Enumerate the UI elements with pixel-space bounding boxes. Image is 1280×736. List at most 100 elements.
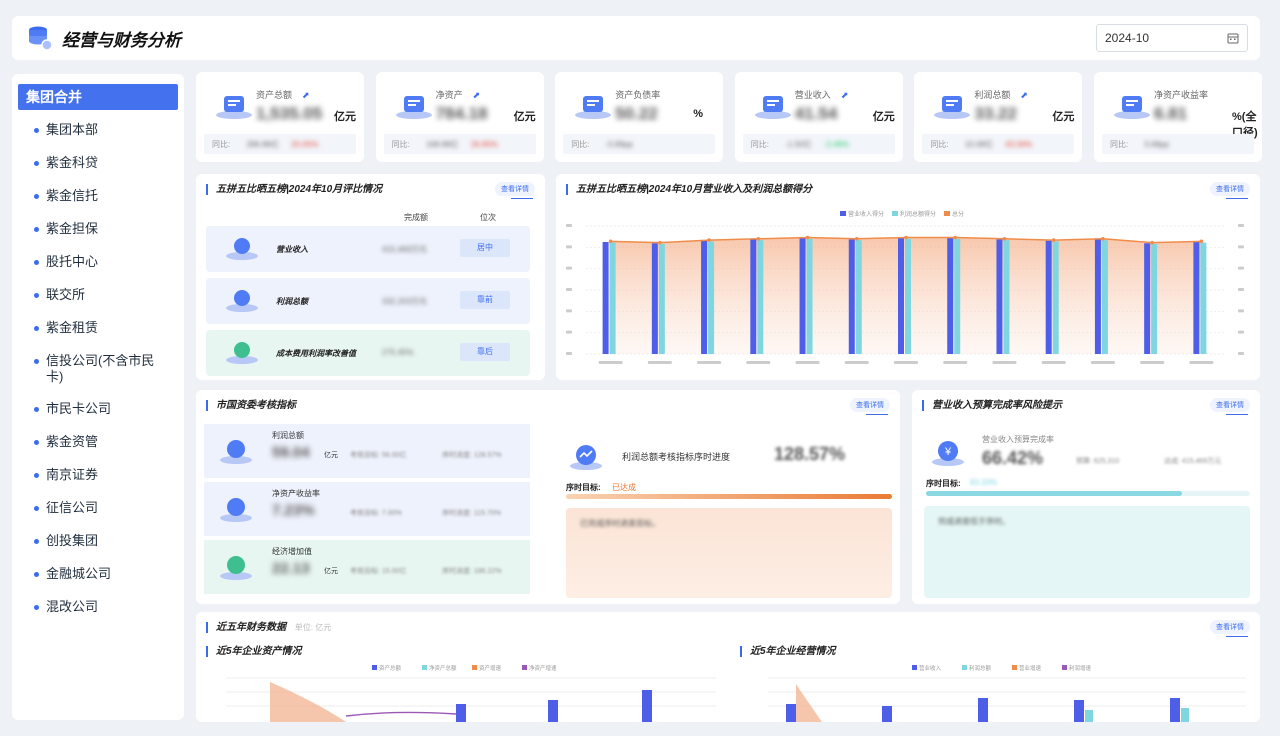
asset-bar[interactable] xyxy=(642,690,652,722)
y-tick-left xyxy=(566,309,572,313)
profit-score-bar[interactable] xyxy=(708,241,715,354)
profit-score-bar[interactable] xyxy=(1151,243,1158,354)
ranking-row-icon xyxy=(226,342,258,364)
total-score-point[interactable] xyxy=(608,239,613,244)
revenue-bar[interactable] xyxy=(1074,700,1084,722)
kpi-card[interactable]: 净资产 ⬈ 784.18 亿元 同比: 168.88亿 26.85% xyxy=(375,72,544,162)
total-score-point[interactable] xyxy=(756,237,761,241)
kpi-icon xyxy=(754,96,791,119)
revenue-score-bar[interactable] xyxy=(947,238,954,354)
profit-score-bar[interactable] xyxy=(855,240,862,354)
sasac-more-link[interactable]: 查看详情 xyxy=(850,398,890,412)
revenue-bar[interactable] xyxy=(978,698,988,722)
ranking-more-link[interactable]: 查看详情 xyxy=(495,182,535,196)
sidebar-item[interactable]: 联交所 xyxy=(18,281,178,314)
kpi-card[interactable]: 净资产收益率 6.81 %(全口径) 同比: 0.68pp xyxy=(1094,72,1262,162)
kpi-unit: % xyxy=(693,108,703,120)
sidebar-item-label: 创投集团 xyxy=(46,533,99,548)
revenue-score-bar[interactable] xyxy=(602,242,609,354)
ranking-more-underline xyxy=(511,198,533,199)
ranking-row[interactable]: 利润总额 332,203万元 靠前 xyxy=(206,278,530,324)
ranking-badge: 靠后 xyxy=(460,343,510,361)
profit-score-bar[interactable] xyxy=(806,238,813,354)
x-tick-label xyxy=(746,361,771,364)
revenue-score-bar[interactable] xyxy=(898,238,904,354)
asset-bar[interactable] xyxy=(456,704,466,722)
profit-bar[interactable] xyxy=(1085,710,1093,722)
bullet-icon xyxy=(34,227,39,232)
total-score-point[interactable] xyxy=(707,238,711,242)
sidebar-item[interactable]: 集团本部 xyxy=(18,116,178,149)
sidebar-item[interactable]: 紫金担保 xyxy=(18,215,178,248)
revenue-score-bar[interactable] xyxy=(1193,242,1200,354)
yoy-value: 286.88亿 xyxy=(246,140,279,149)
total-score-point[interactable] xyxy=(854,237,859,241)
asset-bar[interactable] xyxy=(548,700,558,722)
sidebar-item[interactable]: 紫金资管 xyxy=(18,428,178,461)
ranking-row[interactable]: 营业收入 415,469万元 居中 xyxy=(206,226,530,272)
kpi-value: 1,535.05 xyxy=(256,104,323,123)
revenue-score-bar[interactable] xyxy=(1045,240,1052,354)
total-score-point[interactable] xyxy=(1051,238,1056,242)
revenue-score-bar[interactable] xyxy=(651,243,658,354)
sidebar-item[interactable]: 信投公司(不含市民卡) xyxy=(18,347,178,395)
total-score-point[interactable] xyxy=(1199,239,1204,244)
profit-score-bar[interactable] xyxy=(954,238,961,354)
sidebar-item-label: 混改公司 xyxy=(46,599,99,614)
revenue-bar[interactable] xyxy=(1170,698,1180,722)
sidebar-item-group[interactable]: 集团合并 xyxy=(18,84,178,110)
profit-score-bar[interactable] xyxy=(609,242,616,354)
revenue-score-bar[interactable] xyxy=(799,238,806,354)
month-picker[interactable]: 2024-10 xyxy=(1096,24,1248,52)
calendar-icon[interactable] xyxy=(1227,32,1239,44)
revenue-bar[interactable] xyxy=(882,706,892,722)
total-score-point[interactable] xyxy=(953,235,958,240)
revenue-bar[interactable] xyxy=(786,704,796,722)
revenue-score-bar[interactable] xyxy=(750,239,757,354)
profit-score-bar[interactable] xyxy=(1101,240,1108,354)
revenue-score-bar[interactable] xyxy=(996,239,1003,354)
kpi-icon xyxy=(1114,96,1150,119)
kpi-card[interactable]: 利润总额 ⬈ 33.22 亿元 同比: 10.08亿 43.56% xyxy=(914,72,1083,162)
sidebar-item[interactable]: 市民卡公司 xyxy=(18,395,178,428)
legend-label: 营业收入得分 xyxy=(848,210,884,218)
total-score-point[interactable] xyxy=(1002,237,1007,241)
profit-score-bar[interactable] xyxy=(905,238,911,354)
y-tick-left xyxy=(566,330,572,334)
sidebar-item-label: 紫金资管 xyxy=(46,434,99,449)
sidebar-item[interactable]: 创投集团 xyxy=(18,527,178,560)
revenue-score-bar[interactable] xyxy=(701,240,708,354)
total-score-point[interactable] xyxy=(658,240,662,245)
profit-score-bar[interactable] xyxy=(1003,240,1010,354)
profit-score-bar[interactable] xyxy=(757,240,764,354)
total-score-point[interactable] xyxy=(1150,240,1154,245)
sidebar-item[interactable]: 紫金科贷 xyxy=(18,149,178,182)
sidebar-item[interactable]: 紫金租赁 xyxy=(18,314,178,347)
sidebar-item[interactable]: 征信公司 xyxy=(18,494,178,527)
x-tick-label xyxy=(1189,361,1214,364)
sasac-target-status: 已达成 xyxy=(612,483,636,492)
total-score-point[interactable] xyxy=(1101,237,1105,241)
profit-score-bar[interactable] xyxy=(658,243,665,354)
sidebar-item[interactable]: 股托中心 xyxy=(18,248,178,281)
kpi-card[interactable]: 资产总额 ⬈ 1,535.05 亿元 同比: 286.88亿 20.05% xyxy=(196,72,364,162)
revenue-score-bar[interactable] xyxy=(848,239,855,354)
indicator-row: 经济增加值 22.13 亿元 考核目标: 15.00亿 序时进度: 186.22… xyxy=(204,540,530,594)
revenue-score-bar[interactable] xyxy=(1094,239,1101,354)
ranking-row[interactable]: 成本费用利润率改善值 275.45% 靠后 xyxy=(206,330,530,376)
sidebar-item[interactable]: 金融城公司 xyxy=(18,560,178,593)
profit-bar[interactable] xyxy=(1181,708,1189,722)
legend-swatch xyxy=(1062,665,1067,670)
profit-score-bar[interactable] xyxy=(1052,241,1059,354)
profit-score-bar[interactable] xyxy=(1200,242,1207,354)
total-score-point[interactable] xyxy=(805,235,810,240)
y-tick-right xyxy=(1238,352,1244,355)
sidebar-item[interactable]: 南京证券 xyxy=(18,461,178,494)
kpi-card[interactable]: 资产负债率 50.22 % 同比: -0.89pp xyxy=(555,72,724,162)
kpi-card[interactable]: 营业收入 ⬈ 41.54 亿元 同比: -1.50亿 -3.48% xyxy=(734,72,903,162)
risk-more-link[interactable]: 查看详情 xyxy=(1210,398,1250,412)
sidebar-item[interactable]: 混改公司 xyxy=(18,593,178,626)
total-score-point[interactable] xyxy=(904,235,908,240)
revenue-score-bar[interactable] xyxy=(1144,243,1151,354)
sidebar-item[interactable]: 紫金信托 xyxy=(18,182,178,215)
